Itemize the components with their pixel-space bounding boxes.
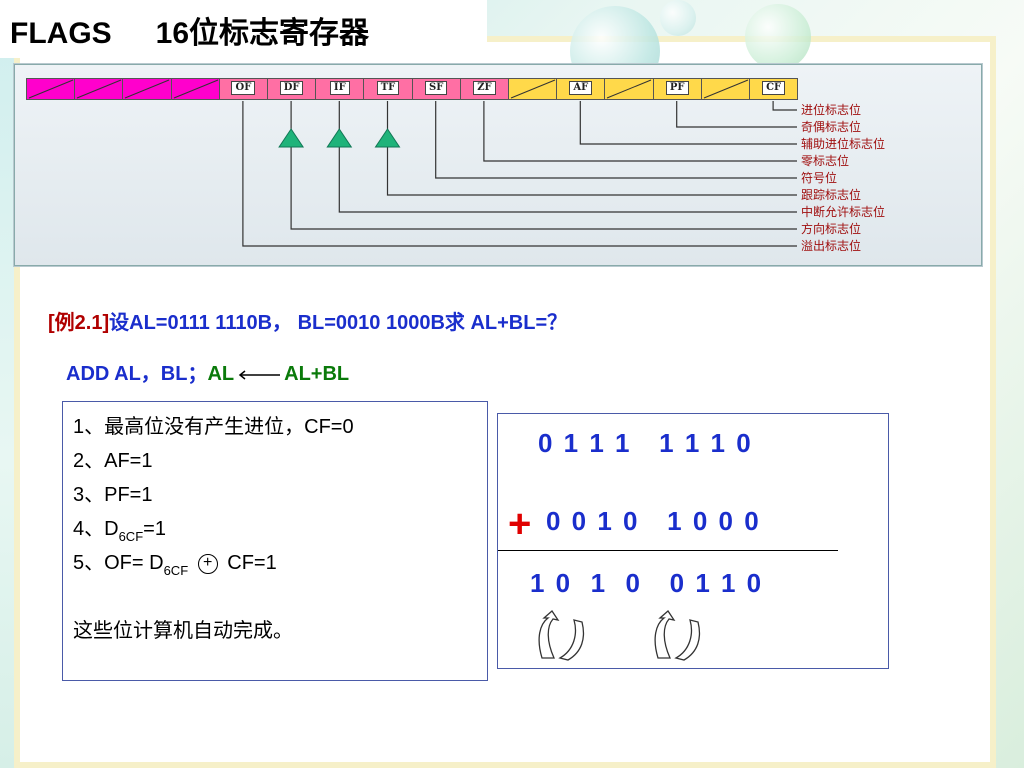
result-text: CF=1 (227, 552, 277, 574)
connector-line (435, 101, 797, 179)
results-box: 1、最高位没有产生进位，CF=0 2、AF=1 3、PF=1 4、D6CF=1 … (62, 401, 488, 681)
operand-a: 0 1 1 1 1 1 1 0 (538, 428, 753, 458)
auto-note: 这些位计算机自动完成。 (73, 620, 293, 642)
flag-description: 中断允许标志位 (801, 205, 886, 219)
instruction-text: ADD AL，BL； (66, 363, 208, 385)
operand-b: 0 0 1 0 1 0 0 0 (546, 506, 761, 536)
comment-right: AL+BL (284, 363, 350, 385)
flag-description: 奇偶标志位 (801, 120, 862, 134)
title-main: FLAGS (10, 17, 112, 50)
subscript: 6CF (163, 563, 189, 578)
xor-icon: + (197, 553, 218, 574)
sum-divider (498, 550, 838, 551)
decorative-bubble (660, 0, 696, 36)
example-prefix: [例2.1] (48, 312, 110, 334)
binary-addition-box: 0 1 1 1 1 1 1 0 + 0 0 1 0 1 0 0 0 1 0 1 … (497, 413, 889, 669)
flag-description: 进位标志位 (801, 103, 862, 117)
plus-sign: + (508, 502, 532, 546)
control-flag-arrow-icon (326, 128, 353, 148)
add-instruction: ADD AL，BL；AL AL+BL (66, 357, 349, 386)
connector-line (772, 101, 797, 111)
flag-description: 方向标志位 (801, 222, 862, 236)
flag-description: 溢出标志位 (801, 239, 862, 253)
connector-line (579, 101, 797, 145)
control-flag-arrow-icon (374, 128, 401, 148)
result-line: 1、最高位没有产生进位，CF=0 (73, 416, 354, 438)
flag-description: 零标志位 (801, 154, 850, 168)
connector-line (290, 101, 797, 230)
connector-line (242, 101, 797, 247)
subscript: 6CF (118, 529, 144, 544)
page-title: FLAGS 16位标志寄存器 (10, 8, 369, 52)
result-line: 3、PF=1 (73, 484, 153, 506)
flag-description: 跟踪标志位 (801, 188, 862, 202)
example-statement: [例2.1]设AL=0111 1110B， BL=0010 1000B求 AL+… (48, 306, 567, 335)
carry-arrow-icon (538, 610, 585, 661)
result-text: 5、OF= D (73, 552, 164, 574)
comment-left: AL (207, 363, 235, 385)
control-flag-arrow-icon (278, 128, 305, 148)
flag-description: 符号位 (801, 171, 838, 185)
example-text: 设AL=0111 1110B， BL=0010 1000B求 AL+BL=？ (109, 312, 568, 334)
result-text: 4、D (73, 518, 119, 540)
title-sub: 16位标志寄存器 (155, 17, 370, 50)
result-text: =1 (143, 518, 166, 540)
title-area: FLAGS 16位标志寄存器 (0, 0, 487, 58)
flags-register-diagram: OF DF IF TF SF ZF AF PF CF 进位标志位 奇偶标志位 辅助进位标志位 零标志位… (14, 64, 982, 266)
carry-arrow-icon (654, 610, 701, 661)
result-line: 5、OF= D6CF + CF=1 (73, 546, 277, 578)
connector-line (676, 101, 797, 128)
flag-description: 辅助进位标志位 (801, 137, 886, 151)
connector-line (386, 101, 797, 196)
left-arrow-icon (238, 370, 281, 380)
decorative-bubble (745, 4, 811, 70)
result-line: 2、AF=1 (73, 450, 153, 472)
result-line: 4、D6CF=1 (73, 512, 166, 544)
connector-line (483, 101, 797, 162)
sum-result: 1 0 1 0 0 1 1 0 (530, 568, 764, 598)
